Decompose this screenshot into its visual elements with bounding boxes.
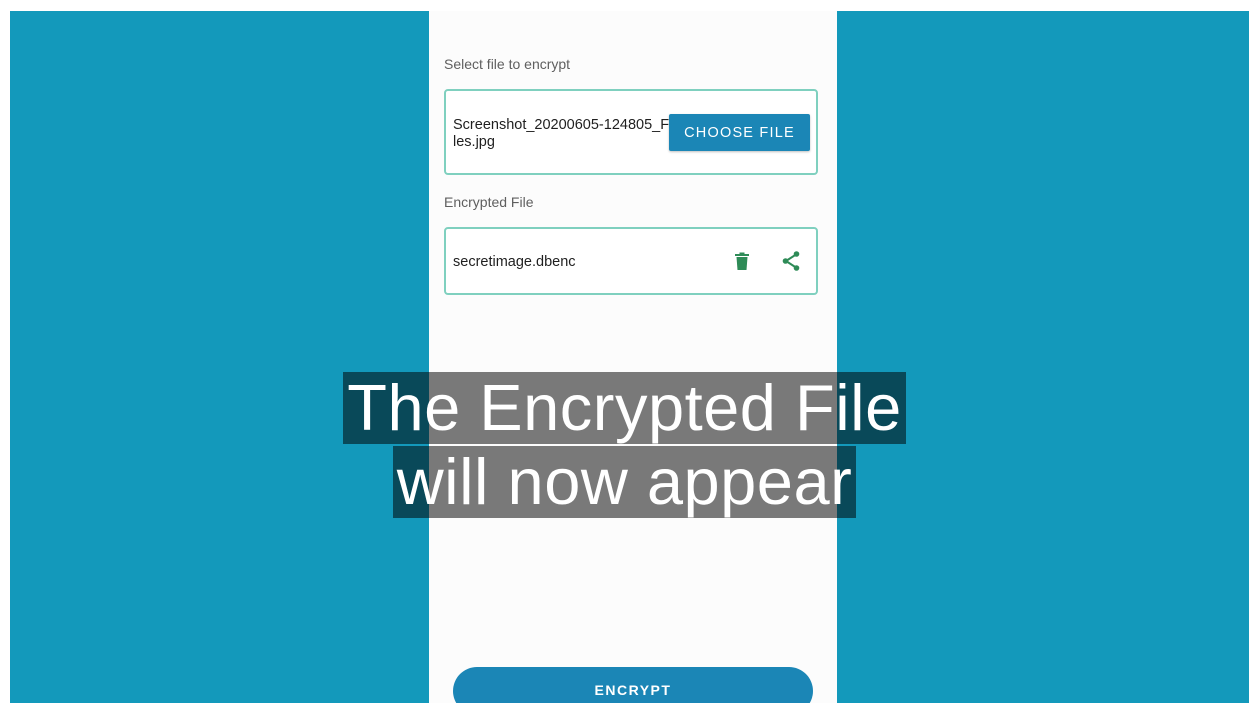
- selected-file-name: Screenshot_20200605-124805_Files.jpg: [453, 117, 673, 150]
- share-icon[interactable]: [779, 249, 803, 273]
- select-file-label: Select file to encrypt: [444, 56, 571, 72]
- phone-screen: Select file to encrypt Screenshot_202006…: [429, 11, 837, 703]
- encrypted-file-name: secretimage.dbenc: [453, 254, 576, 270]
- encrypted-file-label: Encrypted File: [444, 194, 534, 210]
- encrypted-file-card: secretimage.dbenc: [444, 227, 818, 295]
- encrypt-button[interactable]: ENCRYPT: [453, 667, 813, 703]
- choose-file-button[interactable]: CHOOSE FILE: [669, 114, 810, 151]
- trash-icon[interactable]: [730, 249, 754, 273]
- selected-file-card: Screenshot_20200605-124805_Files.jpg CHO…: [444, 89, 818, 175]
- encrypt-button-label: ENCRYPT: [594, 682, 672, 698]
